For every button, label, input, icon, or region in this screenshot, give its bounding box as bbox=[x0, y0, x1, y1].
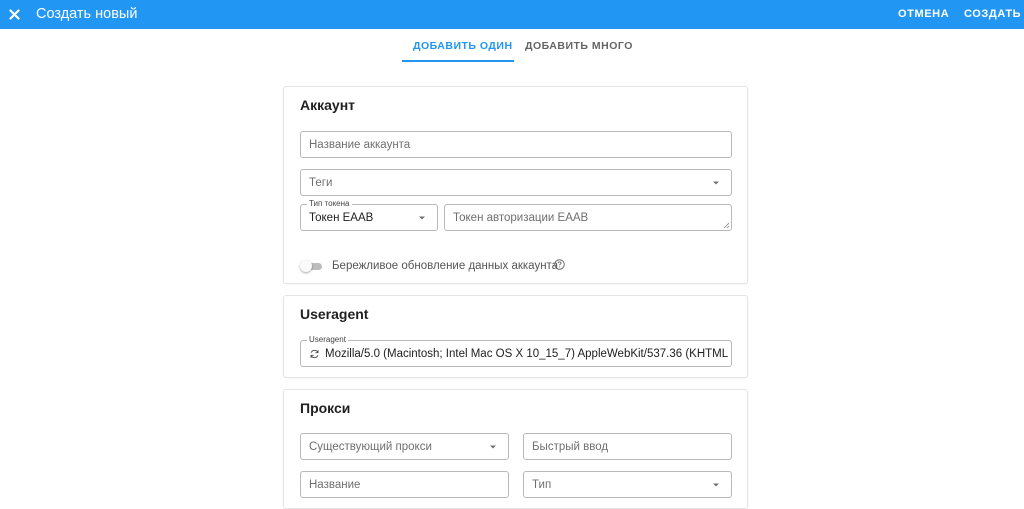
proxy-card: Прокси Существующий прокси Быстрый ввод … bbox=[283, 389, 748, 509]
token-type-label: Тип токена bbox=[307, 199, 352, 209]
account-name-input[interactable]: Название аккаунта bbox=[300, 131, 732, 158]
proxy-type-placeholder: Тип bbox=[532, 478, 552, 491]
auth-token-placeholder: Токен авторизации EAAB bbox=[453, 211, 589, 224]
tab-add-one[interactable]: ДОБАВИТЬ ОДИН bbox=[413, 40, 513, 53]
tags-select[interactable]: Теги bbox=[300, 169, 732, 196]
economy-update-toggle[interactable] bbox=[300, 260, 324, 272]
close-icon[interactable] bbox=[7, 3, 21, 25]
useragent-card: Useragent Useragent Mozilla/5.0 (Macinto… bbox=[283, 295, 748, 378]
tab-add-many[interactable]: ДОБАВИТЬ МНОГО bbox=[525, 40, 633, 53]
account-name-placeholder: Название аккаунта bbox=[309, 138, 411, 151]
chevron-down-icon bbox=[713, 181, 719, 184]
chevron-down-icon bbox=[490, 445, 496, 448]
resize-handle-icon[interactable] bbox=[723, 222, 729, 228]
auth-token-textarea[interactable]: Токен авторизации EAAB bbox=[444, 204, 732, 231]
token-type-value: Токен EAAB bbox=[309, 211, 374, 224]
existing-proxy-placeholder: Существующий прокси bbox=[309, 440, 432, 453]
useragent-input[interactable]: Useragent Mozilla/5.0 (Macintosh; Intel … bbox=[300, 335, 732, 367]
tags-placeholder: Теги bbox=[309, 176, 333, 189]
help-icon[interactable] bbox=[554, 259, 565, 270]
proxy-section-title: Прокси bbox=[300, 400, 351, 416]
create-button[interactable]: СОЗДАТЬ bbox=[964, 8, 1021, 21]
useragent-field-label: Useragent bbox=[307, 335, 348, 345]
active-tab-indicator bbox=[402, 60, 514, 62]
tab-bar: ДОБАВИТЬ ОДИН ДОБАВИТЬ МНОГО bbox=[0, 29, 1024, 62]
cancel-button[interactable]: ОТМЕНА bbox=[898, 8, 949, 21]
page-title: Создать новый bbox=[36, 6, 138, 22]
existing-proxy-select[interactable]: Существующий прокси bbox=[300, 433, 509, 460]
chevron-down-icon bbox=[713, 483, 719, 486]
proxy-name-input[interactable]: Название bbox=[300, 471, 509, 498]
useragent-value: Mozilla/5.0 (Macintosh; Intel Mac OS X 1… bbox=[325, 347, 728, 360]
token-type-select[interactable]: Тип токена Токен EAAB bbox=[300, 199, 438, 231]
proxy-name-placeholder: Название bbox=[309, 478, 361, 491]
refresh-icon[interactable] bbox=[309, 348, 320, 359]
economy-update-label: Бережливое обновление данных аккаунта bbox=[332, 260, 559, 272]
quick-input-placeholder: Быстрый ввод bbox=[532, 440, 609, 453]
proxy-type-select[interactable]: Тип bbox=[523, 471, 732, 498]
chevron-down-icon bbox=[419, 216, 425, 219]
quick-input-field[interactable]: Быстрый ввод bbox=[523, 433, 732, 460]
top-app-bar: Создать новый ОТМЕНА СОЗДАТЬ bbox=[0, 0, 1024, 29]
account-card: Аккаунт Название аккаунта Теги Тип токен… bbox=[283, 86, 748, 284]
account-section-title: Аккаунт bbox=[300, 97, 356, 113]
useragent-section-title: Useragent bbox=[300, 306, 369, 322]
toggle-knob bbox=[300, 260, 312, 272]
